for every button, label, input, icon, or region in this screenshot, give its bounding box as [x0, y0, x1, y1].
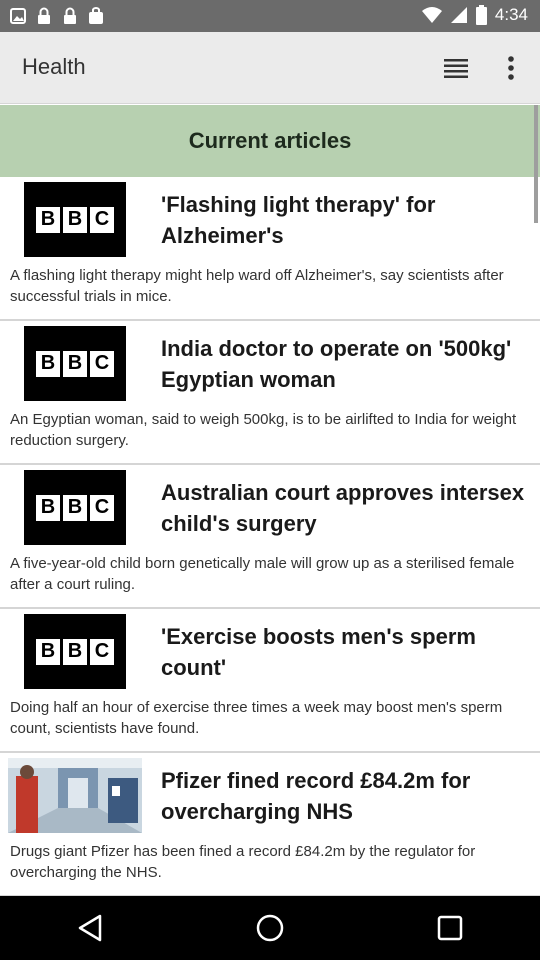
lock-icon: [38, 7, 50, 24]
article-item[interactable]: B B C India doctor to operate on '500kg'…: [0, 321, 540, 465]
list-view-button[interactable]: [440, 52, 472, 84]
bbc-letter: B: [63, 494, 87, 521]
lock-icon: [64, 7, 76, 24]
app-bar: Health: [0, 32, 540, 104]
hospital-photo: [8, 758, 142, 833]
article-headline: Australian court approves intersex child…: [161, 480, 525, 536]
article-summary: A flashing light therapy might help ward…: [10, 267, 504, 305]
bbc-letter: C: [90, 206, 114, 233]
system-icons: 4:34: [421, 5, 528, 25]
bbc-logo: B B C: [24, 470, 126, 545]
app-title: Health: [22, 54, 86, 79]
article-headline: 'Exercise boosts men's sperm count': [161, 624, 476, 680]
navigation-bar: [0, 896, 540, 960]
article-list[interactable]: B B C 'Flashing light therapy' for Alzhe…: [0, 177, 540, 897]
notification-icons: [10, 7, 104, 25]
bbc-letter: C: [90, 494, 114, 521]
wifi-icon: [421, 7, 442, 23]
home-icon: [256, 914, 284, 942]
recents-icon: [437, 915, 463, 941]
image-icon: [10, 8, 26, 24]
signal-icon: [450, 7, 467, 23]
bbc-letter: B: [63, 638, 87, 665]
more-options-button[interactable]: [495, 52, 527, 84]
bbc-letter: B: [36, 638, 60, 665]
bbc-letter: C: [90, 638, 114, 665]
article-item[interactable]: B B C Australian court approves intersex…: [0, 465, 540, 609]
bbc-logo: B B C: [24, 326, 126, 401]
list-view-icon: [444, 59, 468, 78]
bbc-logo: B B C: [24, 182, 126, 257]
clock: 4:34: [494, 5, 528, 24]
article-item[interactable]: B B C 'Flashing light therapy' for Alzhe…: [0, 177, 540, 321]
back-button[interactable]: [60, 896, 120, 960]
article-headline: 'Flashing light therapy' for Alzheimer's: [161, 192, 436, 248]
bbc-letter: B: [63, 350, 87, 377]
bbc-letter: B: [36, 206, 60, 233]
hospital-photo-image: [8, 758, 142, 833]
scrollbar[interactable]: [534, 105, 538, 223]
more-vert-icon: [508, 56, 514, 80]
article-item[interactable]: B B C 'Exercise boosts men's sperm count…: [0, 609, 540, 753]
article-headline: Pfizer fined record £84.2m for overcharg…: [161, 768, 471, 824]
bbc-letter: B: [36, 350, 60, 377]
bbc-letter: B: [63, 206, 87, 233]
article-summary: An Egyptian woman, said to weigh 500kg, …: [10, 411, 517, 449]
bbc-logo: B B C: [24, 614, 126, 689]
recents-button[interactable]: [420, 896, 480, 960]
status-bar: 4:34: [0, 0, 540, 32]
article-summary: A five-year-old child born genetically m…: [10, 555, 515, 593]
section-header: Current articles: [0, 105, 540, 177]
bbc-letter: C: [90, 350, 114, 377]
article-summary: Drugs giant Pfizer has been fined a reco…: [10, 843, 476, 881]
article-summary: Doing half an hour of exercise three tim…: [10, 699, 503, 737]
home-button[interactable]: [240, 896, 300, 960]
battery-icon: [475, 5, 487, 25]
bbc-letter: B: [36, 494, 60, 521]
back-icon: [78, 914, 102, 942]
bag-icon: [89, 7, 103, 24]
section-title: Current articles: [188, 128, 352, 153]
article-item[interactable]: Pfizer fined record £84.2m for overcharg…: [0, 753, 540, 897]
article-headline: India doctor to operate on '500kg' Egypt…: [161, 336, 512, 392]
